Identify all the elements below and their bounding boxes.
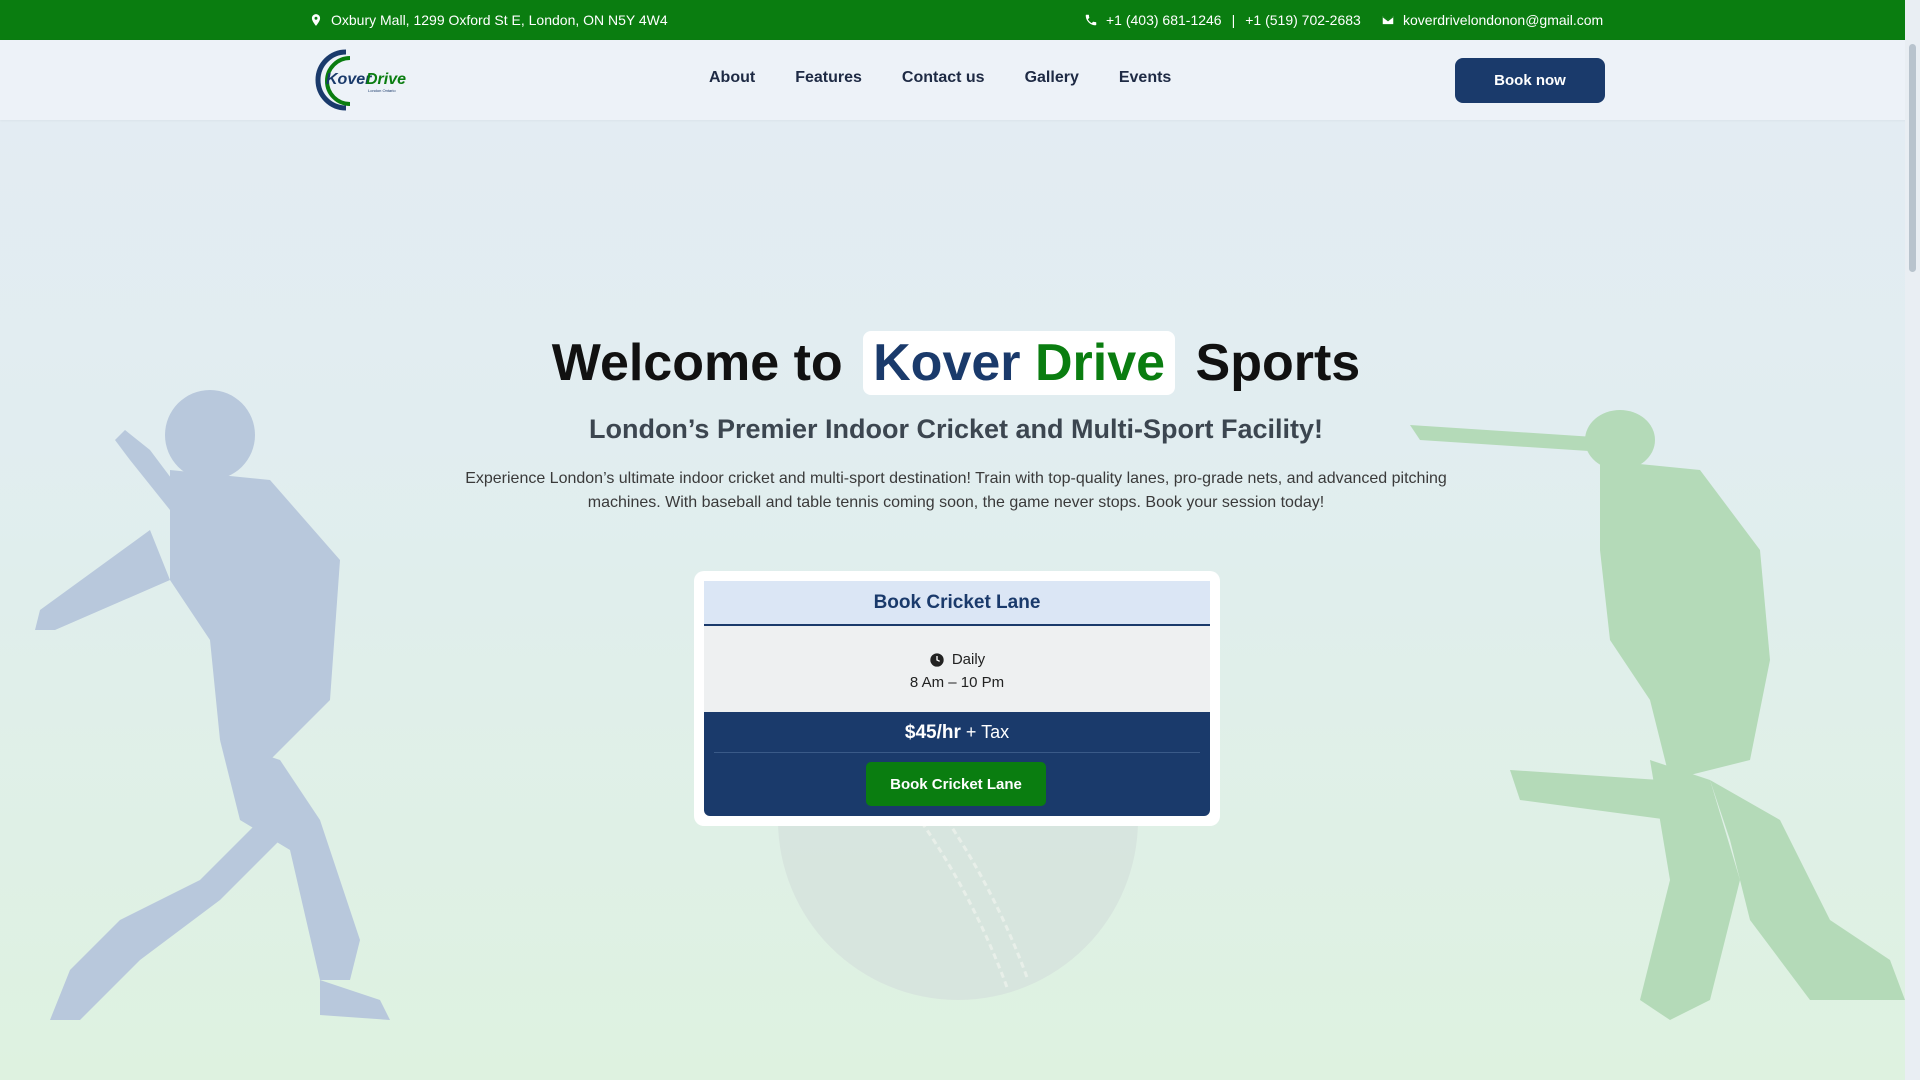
hero-title: Welcome to Kover Drive Sports bbox=[0, 331, 1912, 395]
booking-card-footer: $45/hr + Tax Book Cricket Lane bbox=[704, 712, 1210, 816]
address-text: Oxbury Mall, 1299 Oxford St E, London, O… bbox=[331, 12, 668, 28]
hero-brand-word-1: Kover bbox=[873, 334, 1021, 392]
batsman-silhouette bbox=[1410, 410, 1905, 1020]
bowler-silhouette bbox=[35, 390, 390, 1020]
location-pin-icon bbox=[311, 14, 321, 26]
phone-separator: | bbox=[1231, 12, 1236, 28]
book-now-button[interactable]: Book now bbox=[1455, 58, 1605, 103]
nav-events[interactable]: Events bbox=[1119, 69, 1171, 87]
phone-link-2[interactable]: +1 (519) 702-2683 bbox=[1245, 12, 1361, 28]
scrollbar-thumb[interactable] bbox=[1909, 44, 1916, 272]
phone-numbers: +1 (403) 681-1246 | +1 (519) 702-2683 bbox=[1084, 12, 1361, 28]
booking-card-hours: Daily 8 Am – 10 Pm bbox=[704, 626, 1210, 712]
phone-icon bbox=[1085, 14, 1097, 26]
email: koverdrivelondonon@gmail.com bbox=[1381, 12, 1603, 28]
envelope-icon bbox=[1382, 15, 1394, 25]
nav-contact-us[interactable]: Contact us bbox=[902, 69, 985, 87]
top-contact-bar: Oxbury Mall, 1299 Oxford St E, London, O… bbox=[0, 0, 1920, 40]
nav-about[interactable]: About bbox=[709, 69, 755, 87]
price-amount: $45/hr bbox=[904, 722, 961, 743]
booking-card-title: Book Cricket Lane bbox=[704, 581, 1210, 626]
hero-title-suffix: Sports bbox=[1195, 334, 1361, 392]
nav-features[interactable]: Features bbox=[795, 69, 862, 87]
logo[interactable]: Kover Drive London Ontario bbox=[306, 48, 410, 112]
schedule-label: Daily bbox=[951, 651, 986, 668]
nav-gallery[interactable]: Gallery bbox=[1025, 69, 1079, 87]
booking-card: Book Cricket Lane Daily 8 Am – 10 Pm $45… bbox=[694, 571, 1220, 826]
site-header: Kover Drive London Ontario About Feature… bbox=[0, 40, 1920, 120]
price: $45/hr + Tax bbox=[704, 722, 1210, 744]
hero-description: Experience London’s ultimate indoor cric… bbox=[465, 470, 1447, 511]
address: Oxbury Mall, 1299 Oxford St E, London, O… bbox=[309, 12, 668, 28]
book-cricket-lane-button[interactable]: Book Cricket Lane bbox=[866, 762, 1046, 806]
page-scrollbar[interactable] bbox=[1905, 0, 1920, 1080]
hero-brand-box: Kover Drive bbox=[863, 331, 1176, 395]
logo-word-2: Drive bbox=[366, 71, 406, 88]
hero-subtitle: London’s Premier Indoor Cricket and Mult… bbox=[588, 414, 1324, 444]
divider bbox=[714, 752, 1200, 753]
email-link[interactable]: koverdrivelondonon@gmail.com bbox=[1403, 12, 1603, 28]
hero-brand-word-2: Drive bbox=[1034, 334, 1166, 392]
hero-title-prefix: Welcome to bbox=[551, 334, 843, 392]
hours-text: 8 Am – 10 Pm bbox=[909, 674, 1005, 691]
logo-tagline: London Ontario bbox=[368, 88, 396, 93]
clock-icon bbox=[930, 652, 944, 667]
phone-link-1[interactable]: +1 (403) 681-1246 bbox=[1106, 12, 1222, 28]
price-suffix: + Tax bbox=[965, 722, 1010, 742]
main-nav: About Features Contact us Gallery Events bbox=[709, 69, 1171, 87]
